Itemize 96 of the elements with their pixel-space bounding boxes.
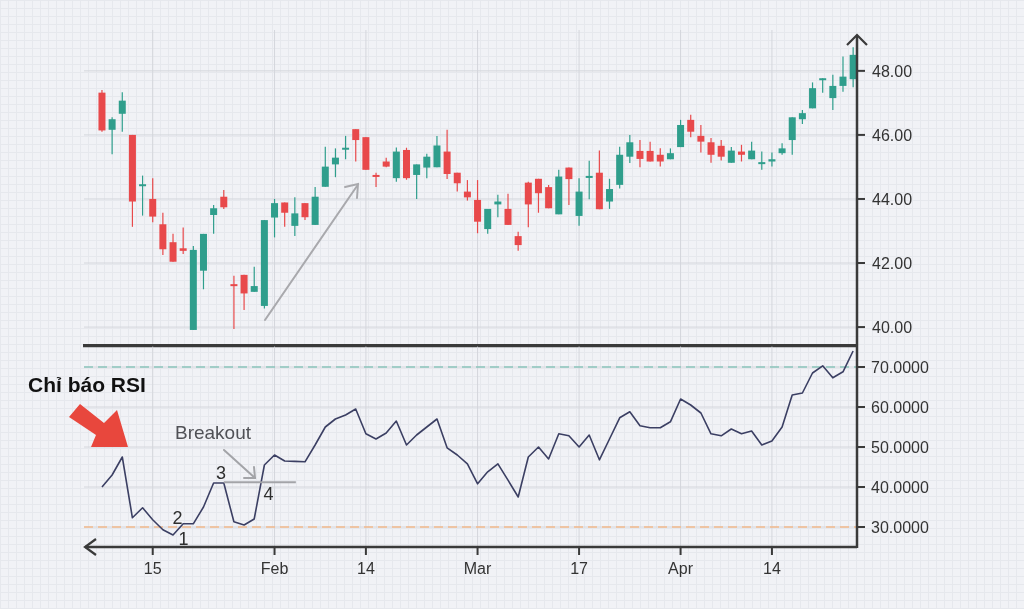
candle [849, 46, 857, 88]
candle [809, 81, 817, 109]
date-tick-label: 14 [357, 560, 375, 577]
candle [687, 114, 695, 138]
candle [342, 135, 350, 160]
candle [839, 55, 847, 93]
candle [352, 128, 360, 163]
candle [433, 135, 441, 168]
candle [626, 134, 634, 164]
candle [656, 147, 664, 168]
candle [707, 137, 715, 164]
candle [413, 163, 421, 200]
price-tick-label: 46.00 [872, 126, 913, 144]
candle [271, 198, 279, 238]
candle [291, 196, 299, 237]
candle [748, 141, 756, 160]
candle [565, 167, 573, 206]
candle [778, 142, 786, 156]
candle [575, 177, 583, 227]
candle [738, 144, 745, 163]
candle [616, 146, 624, 189]
candle [118, 91, 126, 133]
candle [646, 141, 654, 163]
candle [666, 147, 674, 160]
rsi-tick-label: 30.0000 [871, 519, 929, 536]
candle [504, 193, 512, 226]
candle [159, 212, 167, 256]
date-tick-label: 15 [143, 560, 162, 577]
candle [281, 201, 289, 228]
rsi-tick-label: 60.0000 [871, 399, 929, 416]
candle [362, 136, 370, 171]
price-tick-label: 42.00 [872, 255, 913, 272]
candle [220, 189, 228, 210]
candle [382, 157, 390, 168]
candle [768, 151, 776, 168]
candle [403, 147, 410, 181]
rsi-tick-label: 70.0000 [871, 359, 929, 376]
candle [230, 275, 238, 330]
candle [250, 266, 258, 293]
candle [717, 139, 725, 162]
candle [798, 109, 806, 125]
rsi-tick-label: 50.0000 [871, 439, 929, 456]
point-label: 3 [215, 463, 226, 483]
candle [392, 146, 400, 183]
callout-label: Chỉ báo RSI [28, 373, 146, 396]
candle [301, 202, 309, 221]
candle [200, 233, 207, 290]
candle [829, 74, 837, 111]
date-tick-label: 17 [570, 560, 588, 577]
annotation-label: Breakout [175, 422, 252, 443]
candle [169, 233, 177, 263]
candle [463, 179, 471, 202]
date-tick-label: 14 [763, 560, 781, 577]
candle [139, 175, 147, 217]
price-tick-label: 48.00 [872, 62, 913, 80]
candle [494, 194, 502, 218]
point-label: 2 [172, 508, 183, 528]
candle [545, 184, 553, 209]
candle [210, 204, 218, 235]
point-label: 1 [178, 529, 189, 549]
candle [524, 181, 532, 228]
candle [606, 178, 613, 210]
rsi-tick-label: 40.0000 [871, 479, 929, 496]
candle [727, 146, 735, 164]
candle [331, 147, 339, 178]
candle [443, 129, 451, 180]
date-tick-label: Mar [463, 560, 492, 577]
candle [240, 274, 248, 311]
candle [788, 116, 796, 156]
price-tick-label: 44.00 [872, 190, 913, 208]
candle [149, 177, 157, 223]
candle [819, 77, 827, 94]
candle [514, 231, 522, 252]
candle [179, 226, 187, 255]
candle [453, 172, 461, 193]
callout-arrow [69, 404, 128, 447]
candle [98, 89, 106, 133]
candle [697, 124, 705, 154]
date-tick-label: Apr [668, 560, 694, 577]
price-tick-label: 40.00 [872, 319, 913, 337]
candle [555, 169, 563, 215]
candle [423, 153, 431, 179]
candle [108, 116, 116, 155]
candle [321, 146, 329, 188]
candle [636, 139, 644, 168]
candle [585, 160, 593, 200]
candle [595, 150, 603, 210]
point-label: 4 [263, 484, 274, 504]
candle [311, 186, 319, 226]
date-tick-label: Feb [260, 560, 289, 577]
candle [474, 179, 482, 234]
candle [677, 119, 685, 148]
candle [534, 178, 542, 214]
candle [372, 172, 380, 188]
candle [758, 150, 766, 171]
candle [484, 208, 492, 235]
